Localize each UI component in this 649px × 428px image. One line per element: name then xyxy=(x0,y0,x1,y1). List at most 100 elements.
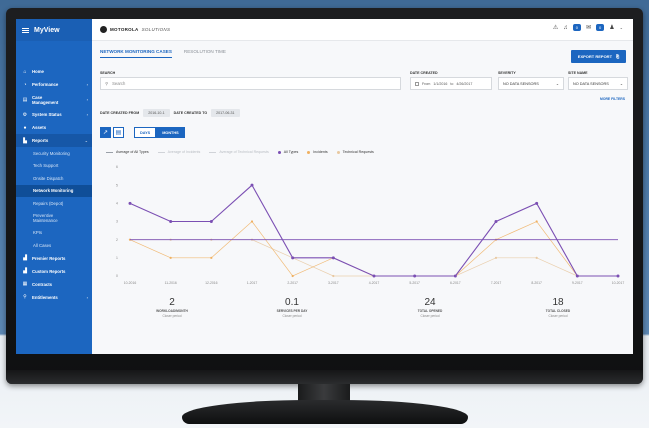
data-point xyxy=(616,274,620,278)
export-report-button[interactable]: EXPORT REPORT ⎘ xyxy=(571,50,626,63)
sidebar-item-premier-reports[interactable]: ▟ Premier Reports xyxy=(16,252,92,265)
chevron-right-icon: › xyxy=(86,112,88,117)
sidebar-item-performance[interactable]: ◔ Performance › xyxy=(16,78,92,91)
x-tick-label: 12-2016 xyxy=(205,281,218,285)
days-button[interactable]: DAYS xyxy=(134,127,157,138)
user-menu-chevron-icon[interactable]: ⌄ xyxy=(620,25,623,30)
date-from-chip[interactable]: 2016-10-1 xyxy=(143,109,170,117)
stats-row: 2 WORKLOAD/MONTH Closer period 0.1 SERVI… xyxy=(92,297,633,337)
custom-report-icon: ▟ xyxy=(23,268,27,274)
date-to-chip[interactable]: 2017-06-31 xyxy=(211,109,240,117)
data-point xyxy=(291,274,294,278)
sidebar-header: MyView xyxy=(16,19,92,41)
x-tick-label: 5-2017 xyxy=(409,281,420,285)
message-badge: 0 xyxy=(596,24,605,31)
more-filters-link[interactable]: MORE FILTERS xyxy=(600,97,625,101)
performance-icon: ◔ xyxy=(23,81,27,88)
sidebar-item-system-status[interactable]: ⚙ System Status › xyxy=(16,108,92,121)
stat-services-per-day: 0.1 SERVICES PER DAY Closer period xyxy=(276,297,308,318)
legend-item[interactable]: Technical Requests xyxy=(336,150,374,154)
message-icon[interactable]: ✉ xyxy=(586,24,591,31)
sidebar-item-contracts[interactable]: ▦ Contracts xyxy=(16,278,92,291)
legend-item[interactable]: All Types xyxy=(277,150,298,154)
sidebar-sub-security-monitoring[interactable]: Security Monitoring xyxy=(16,147,92,160)
sidebar-sub-repairs-depot[interactable]: Repairs (Depot) xyxy=(16,197,92,210)
motorola-logo-icon xyxy=(100,26,107,33)
user-icon[interactable]: ♟ xyxy=(609,24,614,31)
chevron-right-icon: › xyxy=(86,97,88,102)
app-title: MyView xyxy=(34,26,60,34)
notification-badge: 0 xyxy=(572,24,581,31)
data-point xyxy=(128,201,132,205)
export-icon: ⎘ xyxy=(616,54,620,59)
sidebar-item-entitlements[interactable]: ⚲ Entitlements › xyxy=(16,291,92,304)
case-icon: ▤ xyxy=(22,96,28,103)
stat-total-closed: 18 TOTAL CLOSED Closer period xyxy=(545,297,571,318)
gear-icon: ⚙ xyxy=(22,111,28,118)
x-tick-label: 11-2016 xyxy=(165,281,177,285)
chart-icon: ▙ xyxy=(23,137,27,144)
chart-legend: Average of All Types Average of Incident… xyxy=(106,150,374,154)
chevron-down-icon: ⌄ xyxy=(84,138,88,143)
top-bar: MOTOROLA SOLUTIONS ⚠ ♫ 0 ✉ 0 ♟ ⌄ xyxy=(92,19,633,41)
sidebar-sub-preventive-maintenance[interactable]: Preventive Maintenance xyxy=(16,210,92,227)
chevron-down-icon: ⌄ xyxy=(555,82,559,86)
data-point xyxy=(372,274,376,278)
data-point xyxy=(494,220,498,223)
legend-item[interactable]: Average of Technical Requests xyxy=(209,150,269,154)
data-point xyxy=(250,220,254,223)
months-button[interactable]: MONTHS xyxy=(156,127,185,138)
sidebar-sub-network-monitoring[interactable]: Network Monitoring xyxy=(16,184,92,197)
alert-icon[interactable]: ⚠ xyxy=(553,24,558,31)
data-point xyxy=(413,274,417,278)
data-point xyxy=(535,256,538,259)
sidebar-sub-tech-support[interactable]: Tech Support xyxy=(16,160,92,173)
table-view-icon[interactable]: ▤ xyxy=(113,127,124,138)
x-tick-label: 3-2017 xyxy=(328,281,339,285)
severity-label: SEVERITY xyxy=(498,71,516,75)
sidebar-item-case-management[interactable]: ▤ Case Management › xyxy=(16,91,92,108)
date-checkbox[interactable] xyxy=(415,81,419,86)
series-line-incidents xyxy=(129,220,618,277)
sidebar-sub-all-cases[interactable]: All Cases xyxy=(16,239,92,252)
tab-resolution-time[interactable]: RESOLUTION TIME xyxy=(184,49,226,58)
tab-network-monitoring-cases[interactable]: NETWORK MONITORING CASES xyxy=(100,49,172,58)
x-tick-label: 7-2017 xyxy=(491,281,502,285)
data-point xyxy=(332,274,335,278)
search-input[interactable]: ⚲ Search xyxy=(100,77,401,90)
sidebar: MyView ⌂ Home ◔ Performance › ▤ Case Man… xyxy=(16,19,92,354)
date-created-range[interactable]: From 1/1/2016 to 4/26/2017 xyxy=(410,77,492,90)
y-tick-label: 3 xyxy=(116,220,118,224)
date-range-row: DATE CREATED FROM 2016-10-1 DATE CREATED… xyxy=(100,109,240,117)
data-point xyxy=(331,256,335,260)
sidebar-item-custom-reports[interactable]: ▟ Custom Reports xyxy=(16,265,92,278)
sidebar-sub-onsite-dispatch[interactable]: Onsite Dispatch xyxy=(16,172,92,185)
sidebar-sub-kpis[interactable]: KPIs xyxy=(16,227,92,240)
legend-item[interactable]: Average of Incidents xyxy=(157,150,200,154)
legend-item[interactable]: Incidents xyxy=(307,150,328,154)
brand-logo: MOTOROLA SOLUTIONS xyxy=(100,26,170,33)
sidebar-item-assets[interactable]: ● Assets xyxy=(16,121,92,134)
sidebar-item-reports[interactable]: ▙ Reports ⌄ xyxy=(16,134,92,147)
y-tick-label: 4 xyxy=(116,202,118,206)
severity-select[interactable]: NO DATA SENSORS ⌄ xyxy=(498,77,564,90)
monitor-chin xyxy=(6,370,643,384)
bell-icon[interactable]: ♫ xyxy=(563,25,568,31)
search-label: SEARCH xyxy=(100,71,116,75)
sidebar-item-home[interactable]: ⌂ Home xyxy=(16,65,92,78)
line-chart-icon[interactable]: ↗ xyxy=(100,127,111,138)
y-tick-label: 1 xyxy=(116,256,118,260)
line-chart: 0 1 2 3 4 5 6 10-2016 11-2016 12-2016 1-2017 2-2017… xyxy=(116,165,624,285)
home-icon: ⌂ xyxy=(23,68,27,75)
legend-item[interactable]: Average of All Types xyxy=(106,150,149,154)
x-tick-label: 4-2017 xyxy=(369,281,380,285)
data-point xyxy=(169,220,173,223)
site-name-select[interactable]: NO DATA SENSORS ⌄ xyxy=(568,77,628,90)
chevron-down-icon: ⌄ xyxy=(619,82,623,86)
y-tick-label: 6 xyxy=(116,165,118,169)
premier-report-icon: ▟ xyxy=(23,255,27,261)
hamburger-menu-icon[interactable] xyxy=(22,27,29,33)
x-tick-label: 10-2016 xyxy=(124,281,137,285)
search-icon: ⚲ xyxy=(23,294,27,300)
x-tick-label: 2-2017 xyxy=(287,281,298,285)
